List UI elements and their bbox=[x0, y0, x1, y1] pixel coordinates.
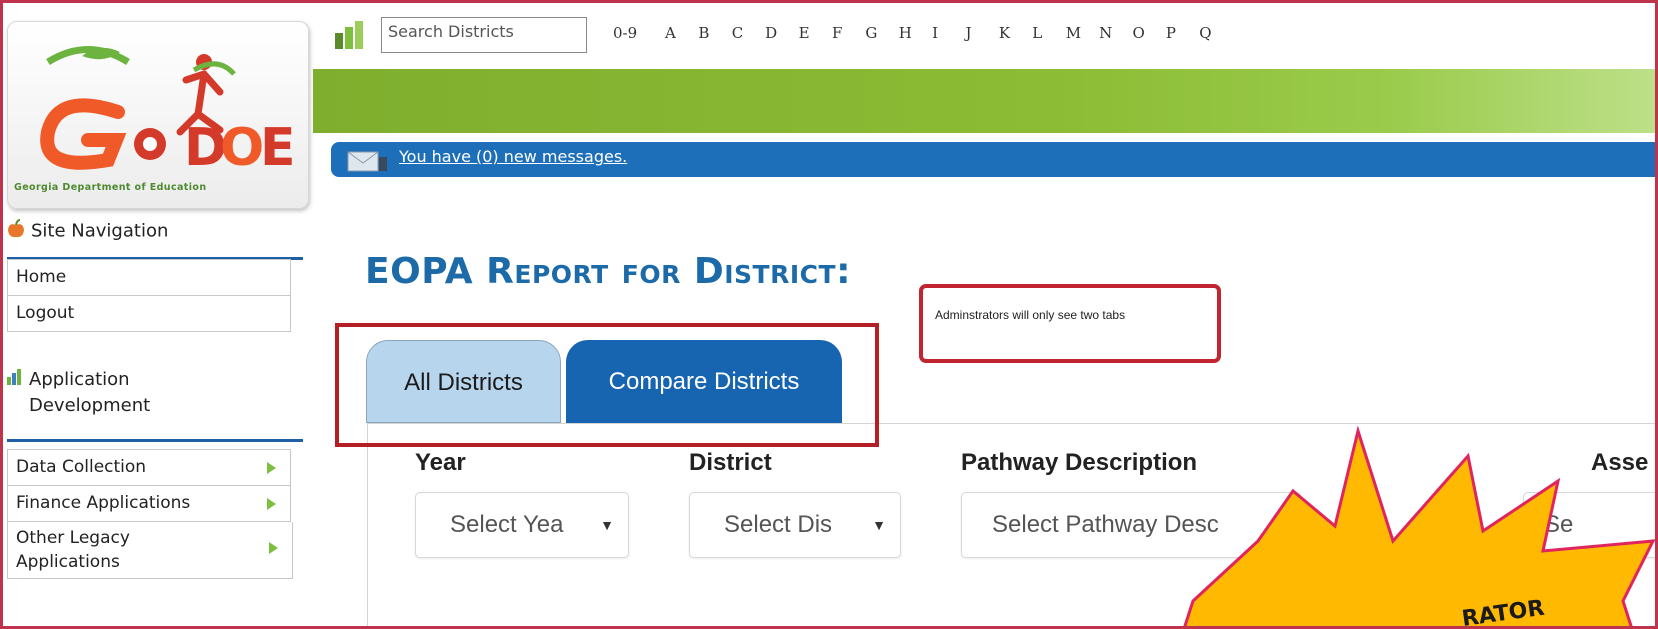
starburst-shape bbox=[1183, 425, 1655, 626]
nav-item-label: Home bbox=[16, 267, 67, 287]
alpha-link[interactable]: G bbox=[865, 24, 898, 46]
alpha-link[interactable]: O bbox=[1132, 24, 1165, 46]
nav-item-label: Other Legacy Applications bbox=[16, 528, 130, 572]
alpha-link[interactable]: B bbox=[698, 24, 731, 46]
tab-all-districts[interactable]: All Districts bbox=[366, 340, 561, 423]
admin-note-callout: Adminstrators will only see two tabs bbox=[919, 284, 1221, 363]
alpha-link[interactable]: E bbox=[799, 24, 832, 46]
page-title-text-content: EOPA Report for District: bbox=[365, 251, 851, 292]
application-development-header: Application Development bbox=[7, 357, 303, 442]
alpha-link[interactable]: I bbox=[932, 24, 965, 46]
envelope-icon bbox=[347, 149, 391, 177]
tab-compare-districts[interactable]: Compare Districts bbox=[566, 340, 842, 423]
svg-text:O: O bbox=[220, 118, 264, 178]
triangle-right-icon bbox=[267, 462, 276, 474]
alpha-link[interactable]: K bbox=[999, 24, 1032, 46]
nav-item-label: Logout bbox=[16, 303, 75, 323]
year-label: Year bbox=[415, 449, 466, 476]
tab-panel-left-border bbox=[367, 423, 368, 626]
application-development-heading: Application Development bbox=[7, 357, 303, 419]
starburst-callout: RATOR bbox=[1183, 425, 1655, 626]
application-development-title: Application Development bbox=[29, 369, 151, 416]
alpha-link-0-9[interactable]: 0-9 bbox=[613, 24, 665, 46]
gadoe-logo-graphic: D O E bbox=[40, 46, 296, 178]
alpha-link[interactable]: C bbox=[732, 24, 765, 46]
bar-chart-icon bbox=[333, 19, 369, 53]
alphabet-index: 0-9 A B C D E F G H I J K L M N O P Q bbox=[613, 24, 1655, 46]
app-dev-list: Data Collection Finance Applications Oth… bbox=[7, 449, 293, 579]
search-districts-input[interactable]: Search Districts bbox=[381, 17, 587, 53]
screenshot-frame: D O E Georgia Department of Education Si… bbox=[0, 0, 1658, 629]
logo-tagline: Georgia Department of Education bbox=[14, 182, 207, 193]
site-navigation-title: Site Navigation bbox=[31, 220, 169, 242]
site-navigation-header: Site Navigation bbox=[7, 219, 303, 260]
year-select-value: Select Yea bbox=[450, 511, 564, 538]
nav-item-other-legacy-applications[interactable]: Other Legacy Applications bbox=[7, 522, 293, 579]
district-label: District bbox=[689, 449, 772, 476]
alpha-link[interactable]: N bbox=[1099, 24, 1132, 46]
page-title-text: EOPA Report for District: bbox=[365, 251, 851, 292]
triangle-right-icon bbox=[267, 498, 276, 510]
svg-text:E: E bbox=[260, 118, 296, 178]
apple-icon bbox=[7, 219, 25, 244]
alpha-link[interactable]: D bbox=[765, 24, 798, 46]
nav-item-data-collection[interactable]: Data Collection bbox=[7, 449, 291, 486]
page-title: EOPA Report for District: bbox=[365, 247, 885, 302]
nav-item-finance-applications[interactable]: Finance Applications bbox=[7, 486, 291, 522]
alpha-link[interactable]: H bbox=[899, 24, 932, 46]
alpha-link[interactable]: L bbox=[1032, 24, 1065, 46]
nav-item-home[interactable]: Home bbox=[7, 259, 291, 296]
alpha-link[interactable]: M bbox=[1066, 24, 1099, 46]
year-select[interactable]: Select Yea ▼ bbox=[415, 492, 629, 558]
alpha-link[interactable]: J bbox=[966, 24, 999, 46]
dropdown-caret-icon: ▼ bbox=[600, 517, 614, 533]
gadoe-logo[interactable]: D O E Georgia Department of Education bbox=[7, 21, 309, 209]
nav-item-label: Data Collection bbox=[16, 457, 147, 477]
new-messages-link[interactable]: You have (0) new messages. bbox=[399, 147, 627, 166]
nav-item-logout[interactable]: Logout bbox=[7, 296, 291, 332]
alpha-link[interactable]: A bbox=[665, 24, 698, 46]
district-select-value: Select Dis bbox=[724, 511, 833, 538]
site-nav-list: Home Logout bbox=[7, 259, 291, 332]
nav-item-label: Finance Applications bbox=[16, 493, 191, 513]
header-green-bar bbox=[313, 69, 1655, 133]
triangle-right-icon bbox=[269, 542, 278, 554]
alpha-link[interactable]: P bbox=[1166, 24, 1199, 46]
alpha-link[interactable]: F bbox=[832, 24, 865, 46]
bar-chart-icon bbox=[7, 369, 23, 419]
alpha-link[interactable]: Q bbox=[1199, 24, 1232, 46]
dropdown-caret-icon: ▼ bbox=[872, 517, 886, 533]
district-select[interactable]: Select Dis ▼ bbox=[689, 492, 901, 558]
